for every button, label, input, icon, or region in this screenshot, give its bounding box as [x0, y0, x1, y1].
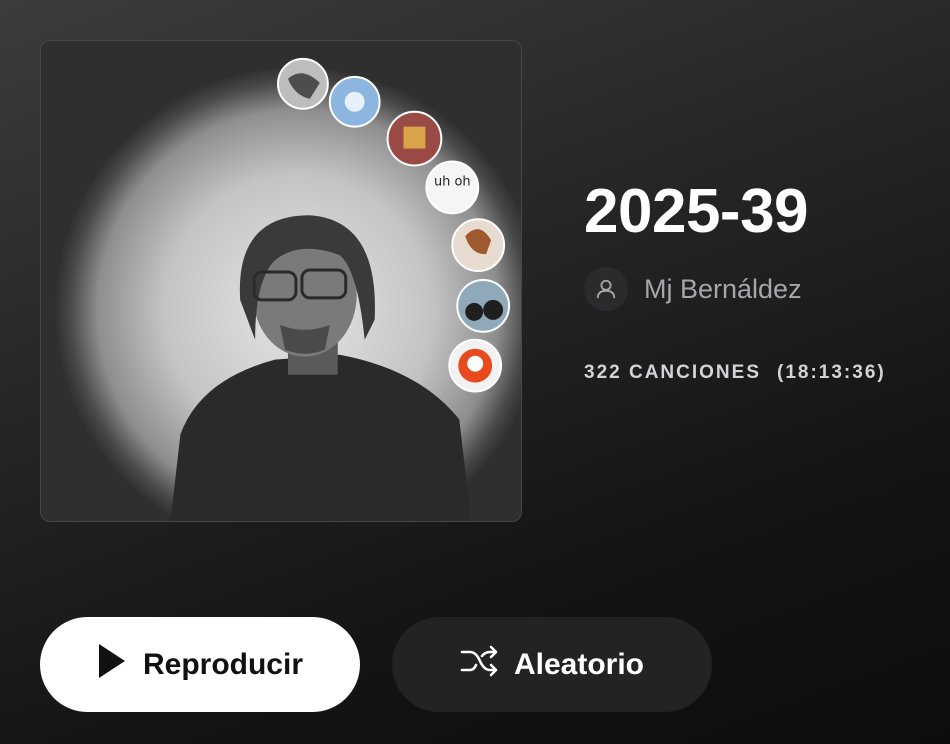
play-button-label: Reproducir: [142, 647, 304, 681]
shuffle-button-label: Aleatorio: [513, 647, 645, 681]
person-icon: [584, 267, 628, 311]
playlist-title: 2025-39: [584, 177, 809, 246]
playlist-owner[interactable]: Mj Bernáldez: [584, 266, 802, 312]
playlist-duration: (18:13:36): [777, 362, 886, 383]
playlist-cover-image[interactable]: uh oh: [40, 40, 522, 522]
shuffle-icon: [460, 644, 498, 686]
play-button[interactable]: Reproducir: [40, 617, 360, 712]
shuffle-button[interactable]: Aleatorio: [392, 617, 712, 712]
owner-name[interactable]: Mj Bernáldez: [644, 274, 802, 305]
playlist-meta: 322 CANCIONES (18:13:36): [584, 362, 886, 384]
play-icon: [97, 642, 127, 688]
song-count: 322 CANCIONES: [584, 362, 761, 383]
album-badge-text: uh oh: [434, 174, 471, 189]
